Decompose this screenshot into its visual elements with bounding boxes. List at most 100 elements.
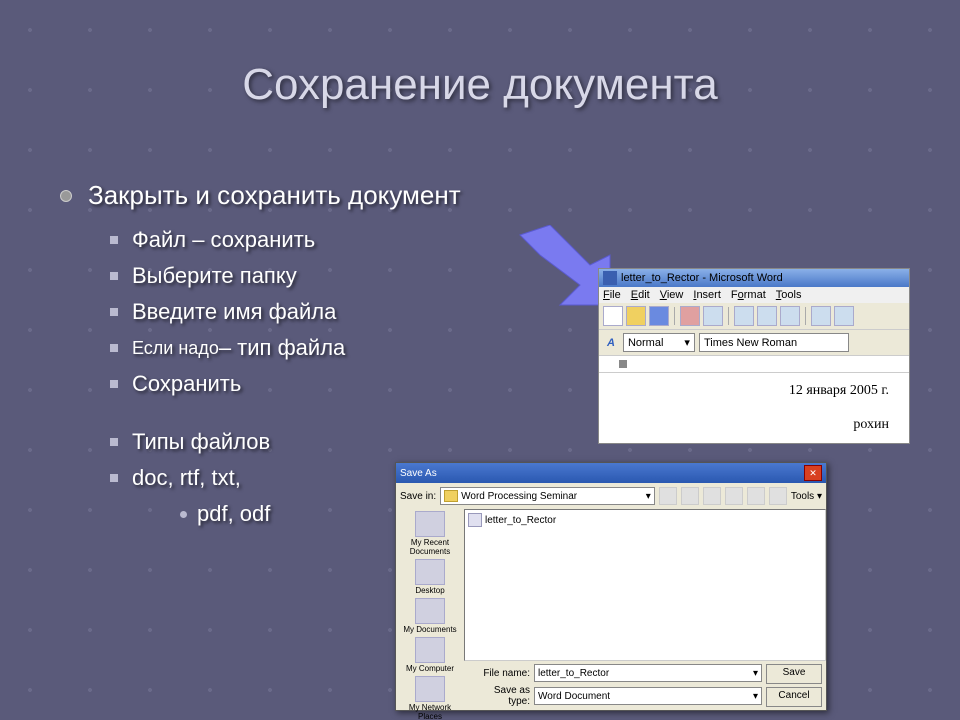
bullet-main-text: Закрыть и сохранить документ [88, 180, 461, 211]
bullet-item: Введите имя файла [110, 299, 461, 325]
bullet-main: Закрыть и сохранить документ [60, 180, 461, 211]
save-in-label: Save in: [400, 491, 436, 502]
bullet-text: Файл – сохранить [132, 227, 315, 253]
views-icon[interactable] [769, 487, 787, 505]
sidebar-label: My Computer [406, 664, 454, 673]
bullet-text: Выберите папку [132, 263, 297, 289]
bullet-icon [60, 190, 72, 202]
back-icon[interactable] [659, 487, 677, 505]
word-title-text: letter_to_Rector - Microsoft Word [621, 272, 783, 284]
cut-icon[interactable] [734, 306, 754, 326]
square-bullet-icon [110, 308, 118, 316]
folder-icon [444, 490, 458, 502]
style-value: Normal [628, 337, 663, 349]
styles-icon[interactable]: A [603, 337, 619, 349]
list-item-name: letter_to_Rector [485, 515, 556, 526]
save-as-file-list[interactable]: letter_to_Rector [464, 509, 826, 661]
doc-date-text: 12 января 2005 г. [619, 383, 889, 399]
menu-format[interactable]: Format [731, 289, 766, 301]
save-in-value: Word Processing Seminar [461, 491, 577, 502]
mycomputer-icon [415, 637, 445, 663]
slide-title: Сохранение документа [0, 60, 960, 110]
file-name-value: letter_to_Rector [538, 668, 609, 679]
square-bullet-icon [110, 344, 118, 352]
mydocs-icon [415, 598, 445, 624]
save-as-title-text: Save As [400, 468, 437, 479]
bullet-text: doc, rtf, txt, [132, 465, 241, 491]
save-as-titlebar: Save As ✕ [396, 463, 826, 483]
menu-tools[interactable]: Tools [776, 289, 802, 301]
save-icon[interactable] [649, 306, 669, 326]
bullet-item: Типы файлов [110, 429, 461, 455]
sidebar-mycomputer[interactable]: My Computer [400, 637, 460, 673]
square-bullet-icon [110, 236, 118, 244]
tools-label: Tools [791, 491, 814, 502]
bullet-sub-text: pdf, odf [197, 501, 270, 527]
save-as-type-dropdown[interactable]: Word Document▾ [534, 687, 762, 705]
sidebar-label: My Recent Documents [410, 538, 450, 556]
print-icon[interactable] [680, 306, 700, 326]
up-icon[interactable] [681, 487, 699, 505]
save-button[interactable]: Save [766, 664, 822, 684]
search-icon[interactable] [703, 487, 721, 505]
delete-icon[interactable] [725, 487, 743, 505]
dot-bullet-icon [180, 511, 187, 518]
spellcheck-icon[interactable] [811, 306, 831, 326]
menu-insert[interactable]: Insert [693, 289, 721, 301]
word-app-icon [603, 271, 617, 285]
word-titlebar: letter_to_Rector - Microsoft Word [599, 269, 909, 287]
save-as-bottom: File name: letter_to_Rector▾ Save as typ… [396, 661, 826, 710]
bullet-text: Введите имя файла [132, 299, 336, 325]
cancel-button[interactable]: Cancel [766, 687, 822, 707]
style-dropdown[interactable]: Normal▾ [623, 333, 695, 352]
save-in-dropdown[interactable]: Word Processing Seminar ▾ [440, 487, 655, 505]
bullet-item: Файл – сохранить [110, 227, 461, 253]
sidebar-label: My Network Places [409, 703, 451, 720]
research-icon[interactable] [834, 306, 854, 326]
document-icon [468, 513, 482, 527]
bullet-text: Типы файлов [132, 429, 270, 455]
save-as-dialog: Save As ✕ Save in: Word Processing Semin… [395, 462, 827, 711]
menu-view[interactable]: View [660, 289, 684, 301]
toolbar-separator [805, 307, 806, 325]
save-as-type-label: Save as type: [472, 685, 530, 707]
bullet-text-suffix: – тип файла [219, 335, 345, 361]
word-menubar: File Edit View Insert Format Tools [599, 287, 909, 303]
new-folder-icon[interactable] [747, 487, 765, 505]
font-dropdown[interactable]: Times New Roman [699, 333, 849, 352]
file-name-label: File name: [472, 668, 530, 679]
desktop-icon [415, 559, 445, 585]
word-window: letter_to_Rector - Microsoft Word File E… [598, 268, 910, 444]
word-ruler[interactable] [599, 356, 909, 373]
menu-edit[interactable]: Edit [631, 289, 650, 301]
word-toolbar [599, 303, 909, 330]
list-item[interactable]: letter_to_Rector [468, 513, 822, 527]
sidebar-network[interactable]: My Network Places [400, 676, 460, 720]
open-icon[interactable] [626, 306, 646, 326]
word-document-area[interactable]: 12 января 2005 г. рохин [599, 373, 909, 443]
save-as-top-row: Save in: Word Processing Seminar ▾ Tools… [396, 483, 826, 509]
save-as-sidebar: My Recent Documents Desktop My Documents… [396, 509, 464, 661]
bullet-item: Выберите папку [110, 263, 461, 289]
paste-icon[interactable] [780, 306, 800, 326]
menu-file[interactable]: File [603, 289, 621, 301]
sidebar-recent[interactable]: My Recent Documents [400, 511, 460, 556]
word-format-bar: A Normal▾ Times New Roman [599, 330, 909, 356]
font-value: Times New Roman [704, 337, 797, 349]
tools-menu[interactable]: Tools ▾ [791, 491, 822, 502]
copy-icon[interactable] [757, 306, 777, 326]
sidebar-label: My Documents [403, 625, 456, 634]
sidebar-desktop[interactable]: Desktop [400, 559, 460, 595]
doc-name-text: рохин [619, 417, 889, 433]
print-preview-icon[interactable] [703, 306, 723, 326]
bullet-text: Сохранить [132, 371, 241, 397]
new-doc-icon[interactable] [603, 306, 623, 326]
file-name-input[interactable]: letter_to_Rector▾ [534, 664, 762, 682]
sidebar-mydocs[interactable]: My Documents [400, 598, 460, 634]
close-icon[interactable]: ✕ [804, 465, 822, 481]
recent-icon [415, 511, 445, 537]
save-as-type-value: Word Document [538, 691, 610, 702]
square-bullet-icon [110, 438, 118, 446]
toolbar-separator [674, 307, 675, 325]
network-icon [415, 676, 445, 702]
